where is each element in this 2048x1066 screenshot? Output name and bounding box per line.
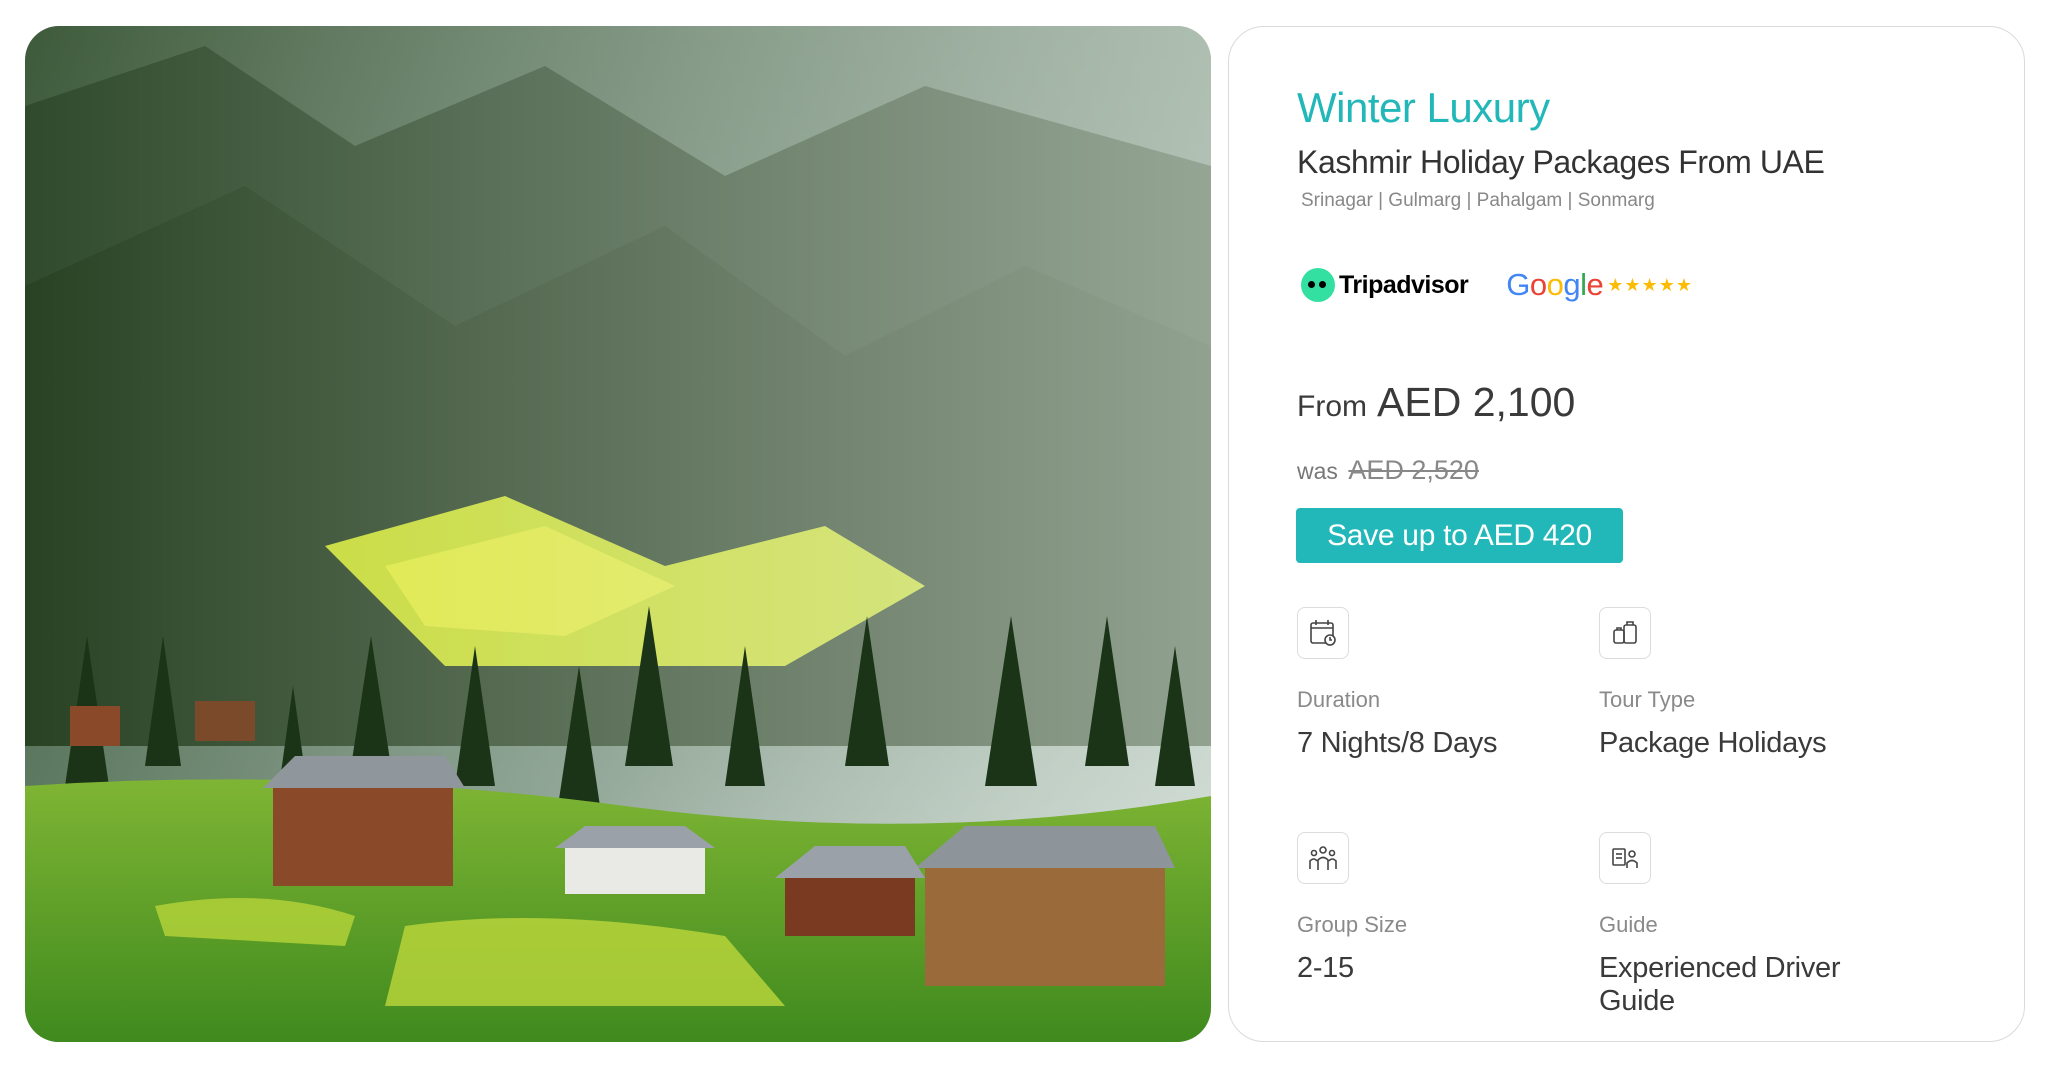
group-icon bbox=[1297, 832, 1349, 884]
feature-value: Experienced Driver Guide bbox=[1599, 952, 1841, 1017]
from-label: From bbox=[1297, 390, 1367, 423]
was-label: was bbox=[1297, 458, 1338, 484]
feature-duration: Duration 7 Nights/8 Days bbox=[1297, 607, 1597, 760]
package-category: Winter Luxury bbox=[1297, 84, 1550, 131]
feature-label: Guide bbox=[1599, 912, 1658, 937]
feature-value: 2-15 bbox=[1297, 952, 1354, 984]
feature-value: Package Holidays bbox=[1599, 727, 1827, 759]
save-offer-button[interactable]: Save up to AED 420 bbox=[1296, 508, 1623, 563]
hero-photo bbox=[25, 26, 1211, 1042]
ratings-row: Tripadvisor Google ★★★★★ bbox=[1301, 267, 1693, 303]
luggage-icon bbox=[1599, 607, 1651, 659]
feature-guide: Guide Experienced Driver Guide bbox=[1599, 832, 1899, 1018]
google-rating-badge[interactable]: Google ★★★★★ bbox=[1506, 267, 1693, 303]
package-destinations: Srinagar | Gulmarg | Pahalgam | Sonmarg bbox=[1301, 190, 1655, 211]
package-title: Kashmir Holiday Packages From UAE bbox=[1297, 144, 1825, 180]
feature-label: Duration bbox=[1297, 687, 1381, 712]
feature-label: Tour Type bbox=[1599, 687, 1696, 712]
price-block: From AED 2,100 bbox=[1297, 379, 1575, 426]
was-price-block: was AED 2,520 bbox=[1297, 455, 1479, 486]
star-rating-icon: ★★★★★ bbox=[1607, 274, 1693, 295]
feature-group-size: Group Size 2-15 bbox=[1297, 832, 1597, 985]
old-price: AED 2,520 bbox=[1348, 455, 1479, 485]
kashmir-valley-image bbox=[25, 26, 1211, 1042]
tripadvisor-owl-icon bbox=[1301, 268, 1335, 302]
feature-tour-type: Tour Type Package Holidays bbox=[1599, 607, 1899, 760]
tripadvisor-badge[interactable]: Tripadvisor bbox=[1301, 268, 1469, 302]
current-price: AED 2,100 bbox=[1377, 379, 1576, 425]
package-card: Winter Luxury Kashmir Holiday Packages F… bbox=[1228, 26, 2025, 1042]
calendar-icon bbox=[1297, 607, 1349, 659]
tripadvisor-label: Tripadvisor bbox=[1339, 270, 1469, 299]
feature-label: Group Size bbox=[1297, 912, 1408, 937]
google-logo: Google bbox=[1506, 267, 1604, 302]
feature-value: 7 Nights/8 Days bbox=[1297, 727, 1498, 759]
guide-icon bbox=[1599, 832, 1651, 884]
